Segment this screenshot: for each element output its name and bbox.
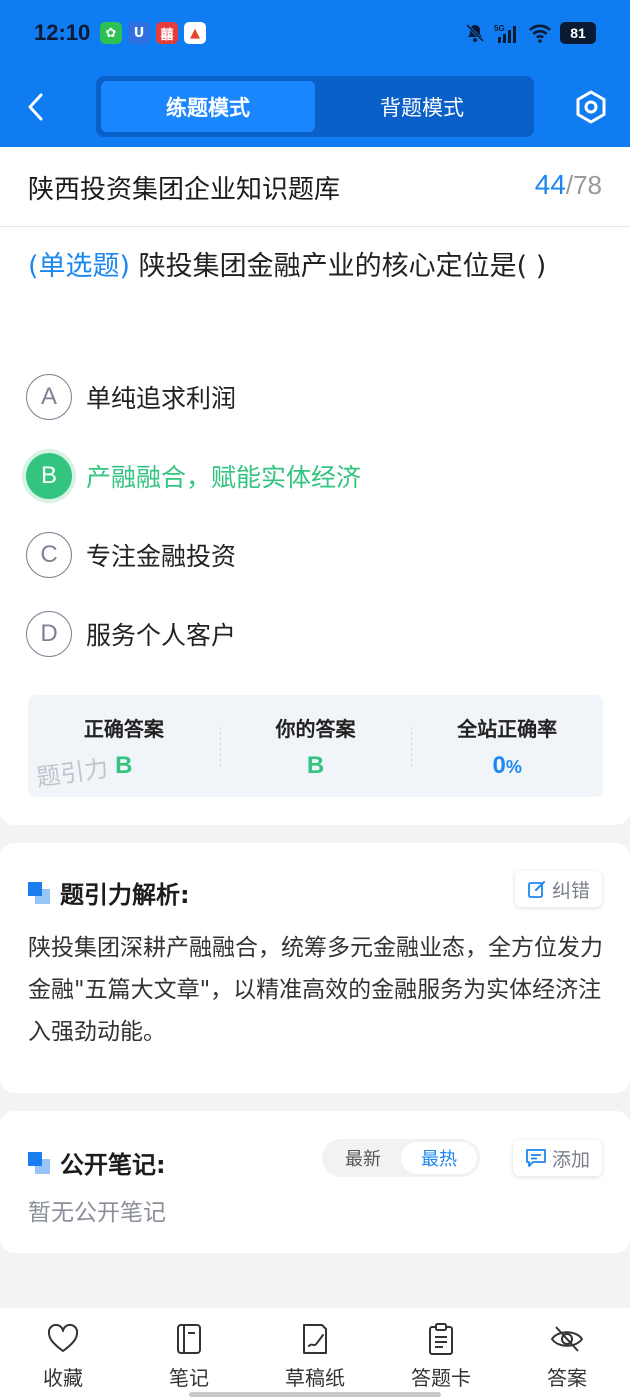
your-answer-label: 你的答案 [275,717,356,741]
current-question-number: 44 [534,169,566,200]
counter-separator: / [565,170,574,200]
empty-notes-text: 暂无公开笔记 [28,1200,166,1226]
option-d[interactable]: D 服务个人客户 [26,610,236,658]
status-bar: 12:10 ✿ U 囍 ▲ 5G 81 [0,0,630,68]
option-text: 专注金融投资 [86,542,237,571]
nav-draft-paper[interactable]: 草稿纸 [265,1308,365,1400]
nav-answer-label: 答案 [547,1366,587,1390]
answer-summary: 正确答案 B 题引力 你的答案 B 全站正确率 0% [28,695,603,797]
svg-text:5G: 5G [494,24,505,33]
section-marker-icon [28,1151,50,1174]
mode-switch: 练题模式 背题模式 [96,76,534,137]
your-answer-column: 你的答案 B [219,695,412,797]
nav-favorite-label: 收藏 [43,1366,83,1390]
status-app-icons: ✿ U 囍 ▲ [100,22,206,44]
add-note-label: 添加 [551,1148,590,1171]
option-letter: C [26,532,72,578]
question-bank-title: 陕西投资集团企业知识题库 [28,175,341,205]
nav-answer[interactable]: 答案 [517,1308,617,1400]
bottom-nav: 收藏 笔记 草稿纸 答题卡 答案 [0,1308,630,1400]
correct-answer-label: 正确答案 [83,717,164,741]
question-stem: (单选题) 陕投集团金融产业的核心定位是( ) [28,241,588,293]
accuracy-column: 全站正确率 0% [411,695,603,797]
top-bar: 12:10 ✿ U 囍 ▲ 5G 81 练题模式 背题模式 [0,0,630,147]
report-error-label: 纠错 [551,879,590,902]
mute-bell-icon [465,23,485,43]
signal-5g-icon: 5G [494,24,516,43]
wifi-icon [529,24,551,43]
nav-draft-paper-label: 草稿纸 [285,1366,345,1390]
sort-latest[interactable]: 最新 [325,1142,401,1174]
hexagon-settings-icon [576,90,606,124]
option-text: 产融融合，赋能实体经济 [86,463,362,492]
u-app-icon: U [128,22,150,44]
wechat-icon: ✿ [100,22,122,44]
section-marker-icon [28,881,50,904]
question-type: (单选题) [28,251,131,282]
analysis-title: 题引力解析: [60,881,190,909]
chevron-left-icon [28,93,43,121]
add-note-button[interactable]: 添加 [512,1140,602,1176]
notes-sort-toggle: 最新 最热 [322,1139,480,1177]
nav-answer-card-label: 答题卡 [411,1366,471,1390]
edit-icon [528,881,545,898]
analysis-card: 题引力解析: 纠错 陕投集团深耕产融融合，统筹多元金融业态，全方位发力金融"五篇… [0,843,630,1093]
accuracy-number: 0 [492,752,506,779]
bank-header: 陕西投资集团企业知识题库 44/78 [0,147,630,227]
option-text: 单纯追求利润 [86,384,237,413]
triangle-app-icon: ▲ [184,22,206,44]
option-letter: D [26,611,72,657]
status-time: 12:10 [34,20,91,45]
question-text: 陕投集团金融产业的核心定位是( ) [138,251,547,282]
option-text: 服务个人客户 [86,621,237,650]
your-answer-value: B [306,752,325,779]
red-app-icon: 囍 [156,22,178,44]
accuracy-value: 0% [411,752,603,780]
tab-recite-mode[interactable]: 背题模式 [315,81,529,132]
analysis-heading: 题引力解析: [28,875,190,910]
status-indicators: 5G 81 [464,22,596,44]
battery-indicator: 81 [560,22,596,44]
public-notes-card: 公开笔记: 最新 最热 添加 暂无公开笔记 [0,1111,630,1253]
question-card: 陕西投资集团企业知识题库 44/78 (单选题) 陕投集团金融产业的核心定位是(… [0,147,630,825]
option-c[interactable]: C 专注金融投资 [26,531,236,579]
accuracy-label: 全站正确率 [457,717,558,741]
report-error-button[interactable]: 纠错 [514,871,602,907]
nav-notes-label: 笔记 [169,1366,209,1390]
sort-hottest[interactable]: 最热 [401,1142,477,1174]
home-indicator[interactable] [189,1392,441,1397]
question-counter[interactable]: 44/78 [535,169,602,201]
settings-button[interactable] [574,90,608,124]
tab-practice-mode[interactable]: 练题模式 [101,81,315,132]
draft-paper-icon [303,1324,327,1354]
notebook-icon [177,1324,201,1354]
notes-heading: 公开笔记: [28,1145,166,1180]
eye-off-icon [550,1326,584,1352]
option-b[interactable]: B 产融融合，赋能实体经济 [26,452,361,500]
nav-answer-card[interactable]: 答题卡 [391,1308,491,1400]
accuracy-unit: % [505,757,522,777]
total-question-count: 78 [573,170,602,200]
analysis-text: 陕投集团深耕产融融合，统筹多元金融业态，全方位发力金融"五篇大文章"，以精准高效… [28,935,603,1045]
nav-favorite[interactable]: 收藏 [13,1308,113,1400]
nav-notes[interactable]: 笔记 [139,1308,239,1400]
option-a[interactable]: A 单纯追求利润 [26,373,236,421]
correct-answer-column: 正确答案 B 题引力 [28,695,220,797]
option-letter: A [26,374,72,420]
answer-card-icon [429,1323,453,1355]
comment-icon [526,1149,546,1167]
option-letter: B [26,453,72,499]
back-button[interactable] [26,90,56,124]
heart-icon [47,1323,79,1352]
notes-title: 公开笔记: [60,1151,166,1179]
